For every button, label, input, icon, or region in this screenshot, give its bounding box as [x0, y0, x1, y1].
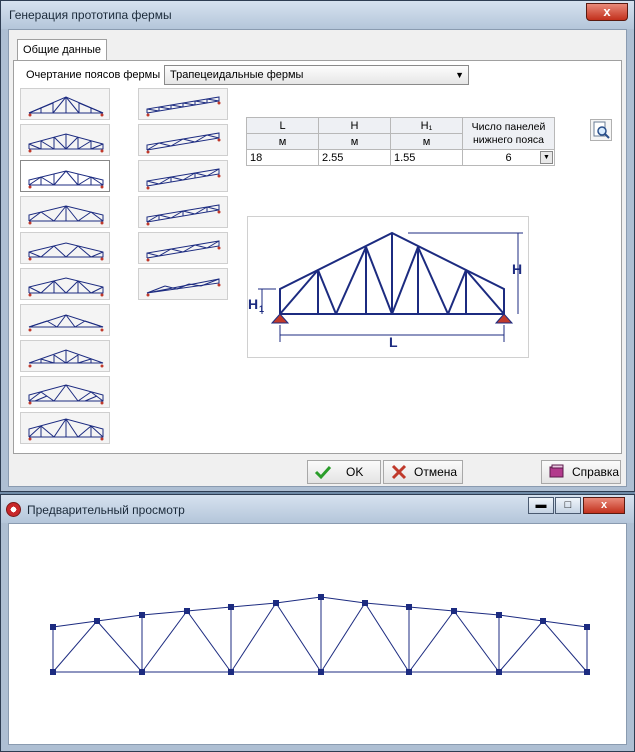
truss-type-thumb[interactable]: [20, 376, 110, 408]
input-H[interactable]: 2.55: [318, 149, 391, 166]
dialog-titlebar: Генерация прототипа фермы x: [1, 1, 634, 29]
truss-type-thumb[interactable]: [138, 160, 228, 192]
truss-thumb-icon: [28, 384, 104, 405]
truss-thumb-icon: [28, 314, 104, 332]
truss-type-thumb[interactable]: [20, 412, 110, 444]
tab-panel: Очертание поясов фермы Трапецеидальные ф…: [13, 60, 622, 454]
truss-thumb-icon: [146, 240, 221, 262]
panel-count-value: 6: [505, 151, 512, 164]
truss-thumb-icon: [146, 96, 221, 117]
truss-thumb-icon: [146, 204, 221, 226]
label-H1: H: [248, 296, 258, 312]
input-L[interactable]: 18: [246, 149, 319, 166]
preview-close-button[interactable]: x: [583, 497, 625, 514]
truss-type-thumb[interactable]: [138, 196, 228, 228]
checkmark-icon: [314, 465, 332, 480]
truss-thumb-icon: [28, 242, 104, 261]
col-header-L: L: [246, 117, 319, 134]
preview-titlebar: Предварительный просмотр ▬ □ x: [1, 495, 634, 523]
truss-thumb-icon: [146, 168, 221, 190]
unit-H: м: [318, 133, 391, 150]
truss-thumb-icon: [146, 278, 221, 297]
outline-select-value: Трапецеидальные фермы: [170, 69, 304, 81]
truss-type-thumb[interactable]: [20, 124, 110, 156]
cancel-button[interactable]: Отмена: [383, 460, 463, 484]
dialog-client: Общие данные Очертание поясов фермы Трап…: [8, 29, 627, 487]
truss-thumb-icon: [28, 277, 104, 297]
col-header-H: H: [318, 117, 391, 134]
truss-thumb-icon: [28, 170, 104, 189]
truss-thumb-icon: [28, 133, 104, 153]
outline-label: Очертание поясов фермы: [26, 69, 161, 81]
col-header-panel-count: Число панелей нижнего пояса: [462, 117, 555, 150]
input-H1[interactable]: 1.55: [390, 149, 463, 166]
parameters-table: L H H₁ Число панелей нижнего пояса м м м…: [246, 117, 555, 166]
label-L: L: [389, 334, 398, 350]
help-book-icon: [549, 464, 564, 478]
unit-H1: м: [390, 133, 463, 150]
truss-type-thumb[interactable]: [138, 124, 228, 156]
help-button[interactable]: Справка: [541, 460, 621, 484]
maximize-button[interactable]: □: [555, 497, 581, 514]
app-logo-icon: [6, 502, 21, 517]
dialog-title: Генерация прототипа фермы: [9, 8, 172, 22]
dialog-close-button[interactable]: x: [586, 3, 628, 21]
truss-thumb-icon: [28, 205, 104, 225]
truss-thumb-icon: [146, 132, 221, 154]
truss-thumb-icon: [28, 96, 104, 117]
truss-type-thumb[interactable]: [20, 232, 110, 264]
tab-general-data[interactable]: Общие данные: [17, 39, 107, 61]
preview-canvas: [8, 523, 627, 745]
truss-generation-dialog: Генерация прототипа фермы x Общие данные…: [0, 0, 635, 492]
truss-thumb-icon: [28, 349, 104, 368]
truss-type-thumb[interactable]: [20, 340, 110, 372]
truss-type-thumb-selected[interactable]: [20, 160, 110, 192]
cancel-label: Отмена: [414, 465, 458, 479]
chevron-down-icon[interactable]: ▼: [540, 151, 553, 164]
ok-button[interactable]: OK: [307, 460, 381, 484]
ok-label: OK: [346, 465, 364, 479]
label-H: H: [512, 261, 522, 277]
help-label: Справка: [572, 465, 620, 479]
col-header-H1: H₁: [390, 117, 463, 134]
truss-type-thumb[interactable]: [138, 268, 228, 300]
unit-L: м: [246, 133, 319, 150]
cross-icon: [391, 464, 407, 480]
outline-select[interactable]: Трапецеидальные фермы ▼: [164, 65, 469, 85]
preview-window: Предварительный просмотр ▬ □ x: [0, 494, 635, 752]
truss-type-thumb[interactable]: [138, 232, 228, 264]
truss-nodes: [50, 594, 590, 675]
truss-type-thumb[interactable]: [20, 88, 110, 120]
truss-type-thumb[interactable]: [138, 88, 228, 120]
label-H1-subscript: 1: [259, 304, 264, 314]
preview-title: Предварительный просмотр: [27, 503, 185, 517]
truss-type-thumb[interactable]: [20, 304, 110, 336]
panel-count-combo[interactable]: 6 ▼: [462, 149, 555, 166]
truss-type-thumb[interactable]: [20, 196, 110, 228]
truss-scheme-diagram: H H 1 L: [247, 216, 529, 358]
chevron-down-icon: ▼: [455, 70, 464, 80]
preview-magnifier-button[interactable]: [590, 119, 612, 141]
truss-type-thumb[interactable]: [20, 268, 110, 300]
magnifier-icon: [593, 121, 610, 139]
truss-preview-svg: [50, 594, 590, 675]
truss-thumb-icon: [28, 418, 104, 441]
truss-scheme-svg: H H 1 L: [248, 231, 523, 350]
minimize-button[interactable]: ▬: [528, 497, 554, 514]
